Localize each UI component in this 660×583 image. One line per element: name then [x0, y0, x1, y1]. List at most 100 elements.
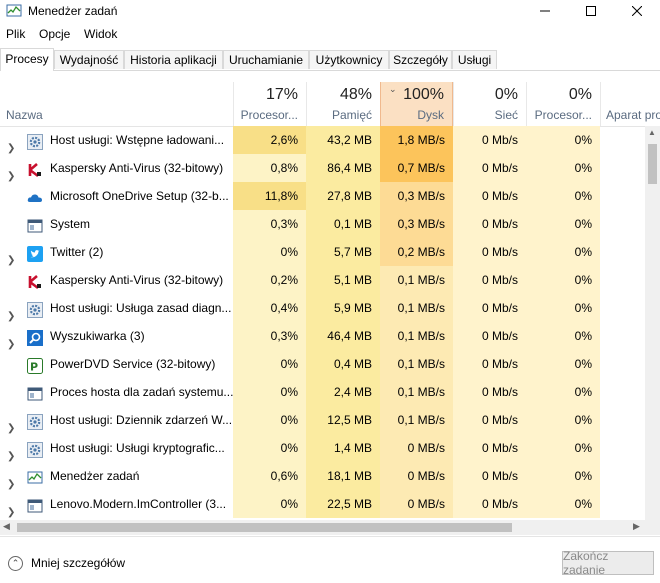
mem-cell: 0,1 MB — [306, 210, 380, 238]
network-total: 0% — [494, 86, 518, 103]
tab-services[interactable]: Usługi — [452, 50, 497, 69]
process-list: ❯ Host usługi: Wstępne ładowani... 2,6% 43,… — [0, 126, 645, 520]
process-name: Kaspersky Anti-Virus (32-bitowy) — [50, 273, 224, 287]
task-manager-icon — [6, 4, 22, 17]
tab-performance[interactable]: Wydajność — [54, 50, 124, 69]
powerdvd-icon: P — [27, 356, 43, 374]
tab-details[interactable]: Szczegóły — [389, 50, 452, 69]
header-memory[interactable]: 48% Pamięć — [306, 82, 380, 126]
table-row[interactable]: P PowerDVD Service (32-bitowy) 0% 0,4 MB 0,1… — [0, 350, 645, 378]
header-disk[interactable]: ⌄ 100% Dysk — [380, 82, 453, 126]
mem-cell: 1,4 MB — [306, 434, 380, 462]
vertical-scroll-thumb[interactable] — [648, 144, 657, 184]
table-row[interactable]: Microsoft OneDrive Setup (32-b... 11,8% 27… — [0, 182, 645, 210]
expand-chevron-icon[interactable]: ❯ — [7, 499, 15, 518]
mem-cell: 5,9 MB — [306, 294, 380, 322]
kaspersky-icon — [27, 160, 43, 178]
table-row[interactable]: ❯ Kaspersky Anti-Virus (32-bitowy) 0,8% 86,… — [0, 154, 645, 182]
table-row[interactable]: ❯ Host usługi: Dziennik zdarzeń W... 0% 12,… — [0, 406, 645, 434]
memory-total: 48% — [339, 86, 372, 103]
kaspersky-icon — [27, 272, 43, 290]
gpu-engine-label: Aparat pro — [606, 108, 660, 122]
horizontal-scrollbar[interactable]: ◀ ▶ — [0, 520, 660, 535]
fewer-details-button[interactable]: ⌃ Mniej szczegółów — [8, 553, 125, 573]
tab-app-history[interactable]: Historia aplikacji — [124, 50, 223, 69]
header-cpu[interactable]: 17% Procesor... — [233, 82, 306, 126]
menu-view[interactable]: Widok — [84, 27, 117, 41]
table-row[interactable]: ❯ Lenovo.Modern.ImController (3... 0% 22,5 … — [0, 490, 645, 518]
disk-total: 100% — [403, 86, 444, 103]
table-row[interactable]: ❯ Wyszukiwarka (3) 0,3% 46,4 MB 0,1 MB/s 0 Mb… — [0, 322, 645, 350]
process-name: Host usługi: Dziennik zdarzeń W... — [50, 413, 233, 427]
process-name-cell: ❯ Twitter (2) — [0, 238, 233, 266]
tab-users[interactable]: Użytkownicy — [309, 50, 389, 69]
window-title: Menedżer zadań — [28, 4, 118, 18]
tab-processes[interactable]: Procesy — [0, 48, 54, 71]
cpu-cell: 0% — [233, 378, 306, 406]
gear-icon — [27, 132, 43, 150]
gpu-cell: 0% — [526, 126, 600, 154]
net-cell: 0 Mb/s — [453, 322, 526, 350]
scroll-up-icon: ▲ — [648, 128, 656, 137]
mem-cell: 27,8 MB — [306, 182, 380, 210]
horizontal-scroll-thumb[interactable] — [17, 523, 512, 532]
gear-icon — [27, 412, 43, 430]
process-name: Microsoft OneDrive Setup (32-b... — [50, 189, 229, 203]
cpu-cell: 0% — [233, 434, 306, 462]
column-header: Nazwa 17% Procesor... 48% Pamięć ⌄ 100% … — [0, 82, 660, 127]
disk-cell: 0,1 MB/s — [380, 406, 453, 434]
table-row[interactable]: ❯ Host usługi: Wstępne ładowani... 2,6% 43,… — [0, 126, 645, 154]
process-name-cell: Proces hosta dla zadań systemu... — [0, 378, 233, 406]
table-row[interactable]: ❯ Host usługi: Usługi kryptografic... 0% 1,… — [0, 434, 645, 462]
mem-cell: 5,7 MB — [306, 238, 380, 266]
expand-chevron-icon[interactable]: ❯ — [7, 415, 15, 434]
cpu-cell: 0,2% — [233, 266, 306, 294]
process-name: Twitter (2) — [50, 245, 104, 259]
net-cell: 0 Mb/s — [453, 462, 526, 490]
table-row[interactable]: Kaspersky Anti-Virus (32-bitowy) 0,2% 5,1 … — [0, 266, 645, 294]
menu-options[interactable]: Opcje — [39, 27, 70, 41]
gpu-cell: 0% — [526, 182, 600, 210]
gpu-cell: 0% — [526, 378, 600, 406]
expand-chevron-icon[interactable]: ❯ — [7, 135, 15, 154]
expand-chevron-icon[interactable]: ❯ — [7, 163, 15, 182]
mem-cell: 5,1 MB — [306, 266, 380, 294]
process-name-cell: System — [0, 210, 233, 238]
cpu-cell: 0,4% — [233, 294, 306, 322]
expand-chevron-icon[interactable]: ❯ — [7, 303, 15, 322]
menu-file[interactable]: Plik — [6, 27, 25, 41]
table-row[interactable]: ❯ Menedżer zadań 0,6% 18,1 MB 0 MB/s 0 Mb/s 0% — [0, 462, 645, 490]
close-button[interactable] — [614, 0, 660, 22]
mem-cell: 46,4 MB — [306, 322, 380, 350]
close-icon — [632, 6, 642, 16]
header-gpu[interactable]: 0% Procesor... — [526, 82, 600, 126]
cpu-cell: 0% — [233, 238, 306, 266]
minimize-button[interactable] — [522, 0, 568, 22]
chevron-up-icon: ⌃ — [8, 555, 23, 571]
expand-chevron-icon[interactable]: ❯ — [7, 331, 15, 350]
expand-chevron-icon[interactable]: ❯ — [7, 471, 15, 490]
table-row[interactable]: ❯ Twitter (2) 0% 5,7 MB 0,2 MB/s 0 Mb/s 0% — [0, 238, 645, 266]
expand-chevron-icon[interactable]: ❯ — [7, 443, 15, 462]
process-name: PowerDVD Service (32-bitowy) — [50, 357, 216, 371]
header-name[interactable]: Nazwa — [6, 108, 43, 122]
tab-startup[interactable]: Uruchamianie — [223, 50, 309, 69]
process-name-cell: P PowerDVD Service (32-bitowy) — [0, 350, 233, 378]
vertical-scrollbar[interactable]: ▲ — [645, 126, 660, 520]
end-task-button[interactable]: Zakończ zadanie — [562, 549, 654, 577]
header-gpu-engine[interactable]: Aparat pro — [600, 82, 660, 126]
window-icon — [27, 384, 43, 401]
search-icon — [27, 328, 43, 346]
maximize-button[interactable] — [568, 0, 614, 22]
header-network[interactable]: 0% Sieć — [453, 82, 526, 126]
cpu-cell: 0% — [233, 490, 306, 518]
table-row[interactable]: ❯ Host usługi: Usługa zasad diagn... 0,4% 5… — [0, 294, 645, 322]
expand-chevron-icon[interactable]: ❯ — [7, 247, 15, 266]
table-row[interactable]: Proces hosta dla zadań systemu... 0% 2,4 M… — [0, 378, 645, 406]
table-row[interactable]: System 0,3% 0,1 MB 0,3 MB/s 0 Mb/s 0% — [0, 210, 645, 238]
mem-cell: 86,4 MB — [306, 154, 380, 182]
disk-cell: 0,1 MB/s — [380, 322, 453, 350]
cpu-cell: 2,6% — [233, 126, 306, 154]
process-name-cell: Kaspersky Anti-Virus (32-bitowy) — [0, 266, 233, 294]
gpu-cell: 0% — [526, 210, 600, 238]
